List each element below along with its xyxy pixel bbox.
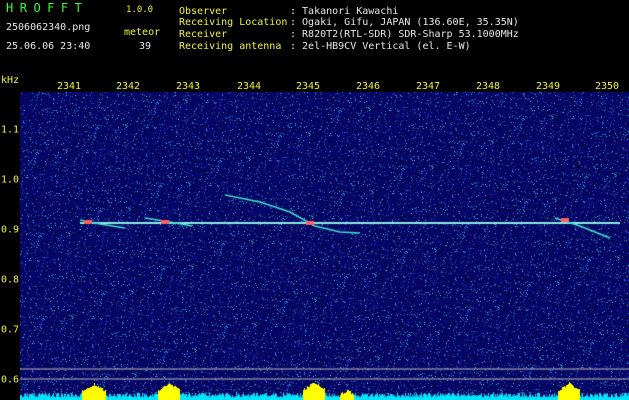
x-tick-label: 2344 [236, 81, 262, 92]
meteor-count-value: 39 [139, 41, 152, 52]
y-tick-label: 1.0 [1, 174, 20, 186]
x-tick-label: 2347 [415, 81, 441, 92]
capture-datetime: 25.06.06 23:40 [6, 41, 91, 52]
x-tick-label: 2341 [56, 81, 82, 92]
app-title: HROFFT [6, 1, 89, 15]
antenna-key: Receiving antenna [179, 41, 282, 52]
x-tick-label: 2343 [175, 81, 201, 92]
x-tick-label: 2349 [535, 81, 561, 92]
y-tick-label: 0.6 [1, 374, 20, 386]
x-tick-label: 2342 [115, 81, 141, 92]
y-axis-unit: kHz [1, 75, 20, 86]
x-tick-label: 2350 [594, 81, 620, 92]
spectrogram-waterfall [20, 92, 629, 400]
x-tick-label: 2345 [295, 81, 321, 92]
meteor-count-label: meteor [124, 27, 161, 38]
y-tick-label: 0.9 [1, 224, 20, 236]
x-tick-label: 2348 [475, 81, 501, 92]
y-tick-label: 1.1 [1, 124, 20, 136]
header-panel: HROFFT 1.0.0 2506062340.png 25.06.06 23:… [0, 0, 629, 78]
location-value: : Ogaki, Gifu, JAPAN (136.60E, 35.35N) [290, 17, 519, 28]
x-tick-label: 2346 [355, 81, 381, 92]
app-version: 1.0.0 [126, 5, 154, 15]
y-tick-label: 0.7 [1, 324, 20, 336]
receiver-key: Receiver [179, 29, 228, 40]
antenna-value: : 2el-HB9CV Vertical (el. E-W) [290, 41, 471, 52]
location-key: Receiving Location [179, 17, 288, 28]
image-filename: 2506062340.png [6, 22, 91, 33]
y-tick-label: 0.8 [1, 274, 20, 286]
receiver-value: : R820T2(RTL-SDR) SDR-Sharp 53.1000MHz [290, 29, 519, 40]
